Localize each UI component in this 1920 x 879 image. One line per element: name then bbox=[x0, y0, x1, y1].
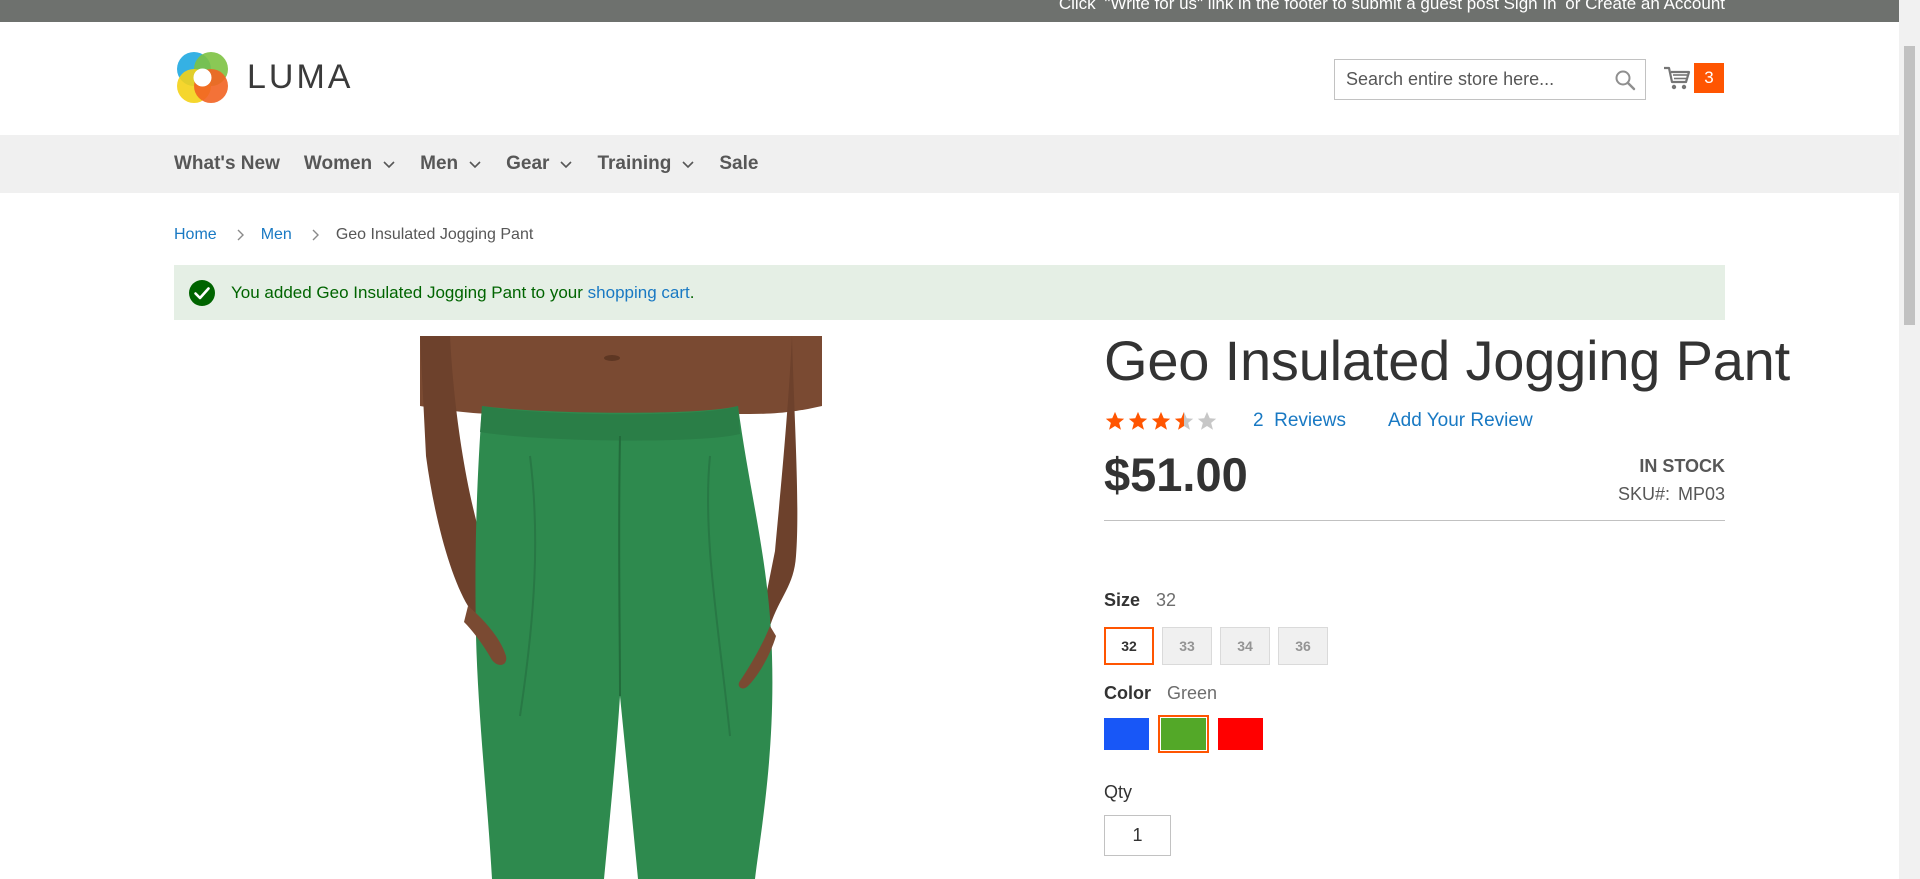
chevron-right-icon bbox=[237, 229, 244, 241]
stock-status: IN STOCK bbox=[1639, 456, 1725, 476]
qty-input[interactable] bbox=[1104, 815, 1171, 856]
nav-item-sale[interactable]: Sale bbox=[719, 153, 758, 175]
nav-item-whats-new[interactable]: What's New bbox=[174, 153, 280, 175]
nav-item-label: Gear bbox=[506, 153, 550, 174]
size-attribute-label: Size 32 bbox=[1104, 590, 1176, 611]
product-sku: SKU#: MP03 bbox=[1618, 484, 1725, 505]
color-options bbox=[1104, 715, 1275, 753]
size-option-36[interactable]: 36 bbox=[1278, 627, 1328, 665]
sku-value: MP03 bbox=[1677, 484, 1725, 504]
color-selected-value: Green bbox=[1167, 683, 1218, 703]
product-rating: 2 Reviews Add Your Review bbox=[1104, 410, 1533, 432]
product-image[interactable] bbox=[420, 336, 822, 879]
nav-item-label: Men bbox=[420, 153, 459, 174]
search-icon[interactable] bbox=[1613, 68, 1637, 92]
nav-item-training[interactable]: Training bbox=[597, 153, 695, 175]
add-review-link[interactable]: Add Your Review bbox=[1388, 410, 1533, 432]
cart-counter-badge: 3 bbox=[1694, 63, 1724, 93]
reviews-count: 2 bbox=[1253, 410, 1264, 431]
sku-label: SKU#: bbox=[1617, 484, 1670, 504]
nav-item-label: Women bbox=[303, 153, 373, 174]
search-box bbox=[1334, 59, 1646, 100]
size-option-34[interactable]: 34 bbox=[1220, 627, 1270, 665]
guest-post-prefix: Click bbox=[1058, 0, 1096, 13]
star-full-icon bbox=[1128, 411, 1148, 430]
chevron-down-icon bbox=[469, 161, 481, 169]
product-title: Geo Insulated Jogging Pant bbox=[1104, 329, 1790, 392]
reviews-label: Reviews bbox=[1274, 410, 1346, 431]
nav-item-label: What's New bbox=[174, 153, 280, 174]
product-photo-jogging-pants bbox=[420, 336, 822, 879]
rating-stars bbox=[1104, 410, 1219, 432]
page: Click "Write for us" link in the footer … bbox=[0, 0, 1899, 879]
color-swatch-green[interactable] bbox=[1158, 715, 1209, 753]
chevron-right-icon bbox=[312, 229, 319, 241]
message-suffix: . bbox=[689, 282, 695, 302]
nav-item-label: Training bbox=[597, 153, 672, 174]
color-attribute-label: Color Green bbox=[1104, 683, 1217, 704]
star-full-icon bbox=[1151, 411, 1171, 430]
star-empty-icon bbox=[1197, 411, 1217, 430]
message-body: You added Geo Insulated Jogging Pant to … bbox=[231, 282, 588, 302]
logo-text: LUMA bbox=[247, 57, 354, 96]
color-swatch-blue[interactable] bbox=[1104, 718, 1149, 750]
nav-item-men[interactable]: Men bbox=[420, 153, 482, 175]
reviews-link[interactable]: 2 Reviews bbox=[1253, 410, 1346, 432]
chevron-down-icon bbox=[560, 161, 573, 169]
chevron-down-icon bbox=[383, 161, 395, 169]
breadcrumb-men[interactable]: Men bbox=[261, 226, 292, 244]
nav-item-women[interactable]: Women bbox=[304, 153, 396, 175]
search-input[interactable] bbox=[1335, 60, 1595, 99]
breadcrumb: Home Men Geo Insulated Jogging Pant bbox=[174, 226, 533, 244]
breadcrumb-current: Geo Insulated Jogging Pant bbox=[335, 226, 534, 243]
nav-item-label: Sale bbox=[719, 153, 759, 174]
shopping-cart-link[interactable]: shopping cart bbox=[588, 283, 690, 302]
size-option-32[interactable]: 32 bbox=[1104, 627, 1154, 665]
size-options: 32 33 34 36 bbox=[1104, 627, 1336, 665]
product-price: $51.00 bbox=[1104, 448, 1248, 501]
qty-label: Qty bbox=[1104, 782, 1133, 802]
top-panel: Click "Write for us" link in the footer … bbox=[0, 0, 1899, 22]
success-message: You added Geo Insulated Jogging Pant to … bbox=[174, 265, 1725, 320]
size-option-33[interactable]: 33 bbox=[1162, 627, 1212, 665]
page-scrollbar[interactable] bbox=[1899, 0, 1920, 879]
check-circle-icon bbox=[189, 279, 215, 306]
or-text: or bbox=[1565, 0, 1581, 13]
main-navigation: What's New Women Men Gear Training Sale bbox=[0, 135, 1899, 193]
top-links: Click "Write for us" link in the footer … bbox=[1055, 0, 1725, 14]
star-full-icon bbox=[1105, 411, 1125, 430]
nav-item-gear[interactable]: Gear bbox=[506, 153, 573, 175]
sign-in-link[interactable]: Sign In bbox=[1504, 0, 1557, 13]
chevron-down-icon bbox=[682, 161, 694, 169]
luma-logo-icon bbox=[177, 51, 228, 103]
message-text: You added Geo Insulated Jogging Pant to … bbox=[231, 283, 694, 303]
color-label: Color bbox=[1104, 683, 1151, 703]
breadcrumb-home[interactable]: Home bbox=[174, 226, 217, 244]
guest-post-notice: "Write for us" link in the footer to sub… bbox=[1104, 0, 1499, 13]
logo[interactable]: LUMA bbox=[174, 48, 353, 106]
divider bbox=[1104, 520, 1725, 521]
color-swatch-red[interactable] bbox=[1218, 718, 1263, 750]
create-account-link[interactable]: Create an Account bbox=[1585, 0, 1725, 13]
scrollbar-thumb[interactable] bbox=[1904, 46, 1915, 325]
star-half-icon bbox=[1174, 411, 1194, 430]
minicart[interactable]: 3 bbox=[1662, 63, 1724, 93]
size-label: Size bbox=[1104, 590, 1141, 610]
cart-icon[interactable] bbox=[1662, 63, 1692, 93]
size-selected-value: 32 bbox=[1156, 590, 1177, 610]
